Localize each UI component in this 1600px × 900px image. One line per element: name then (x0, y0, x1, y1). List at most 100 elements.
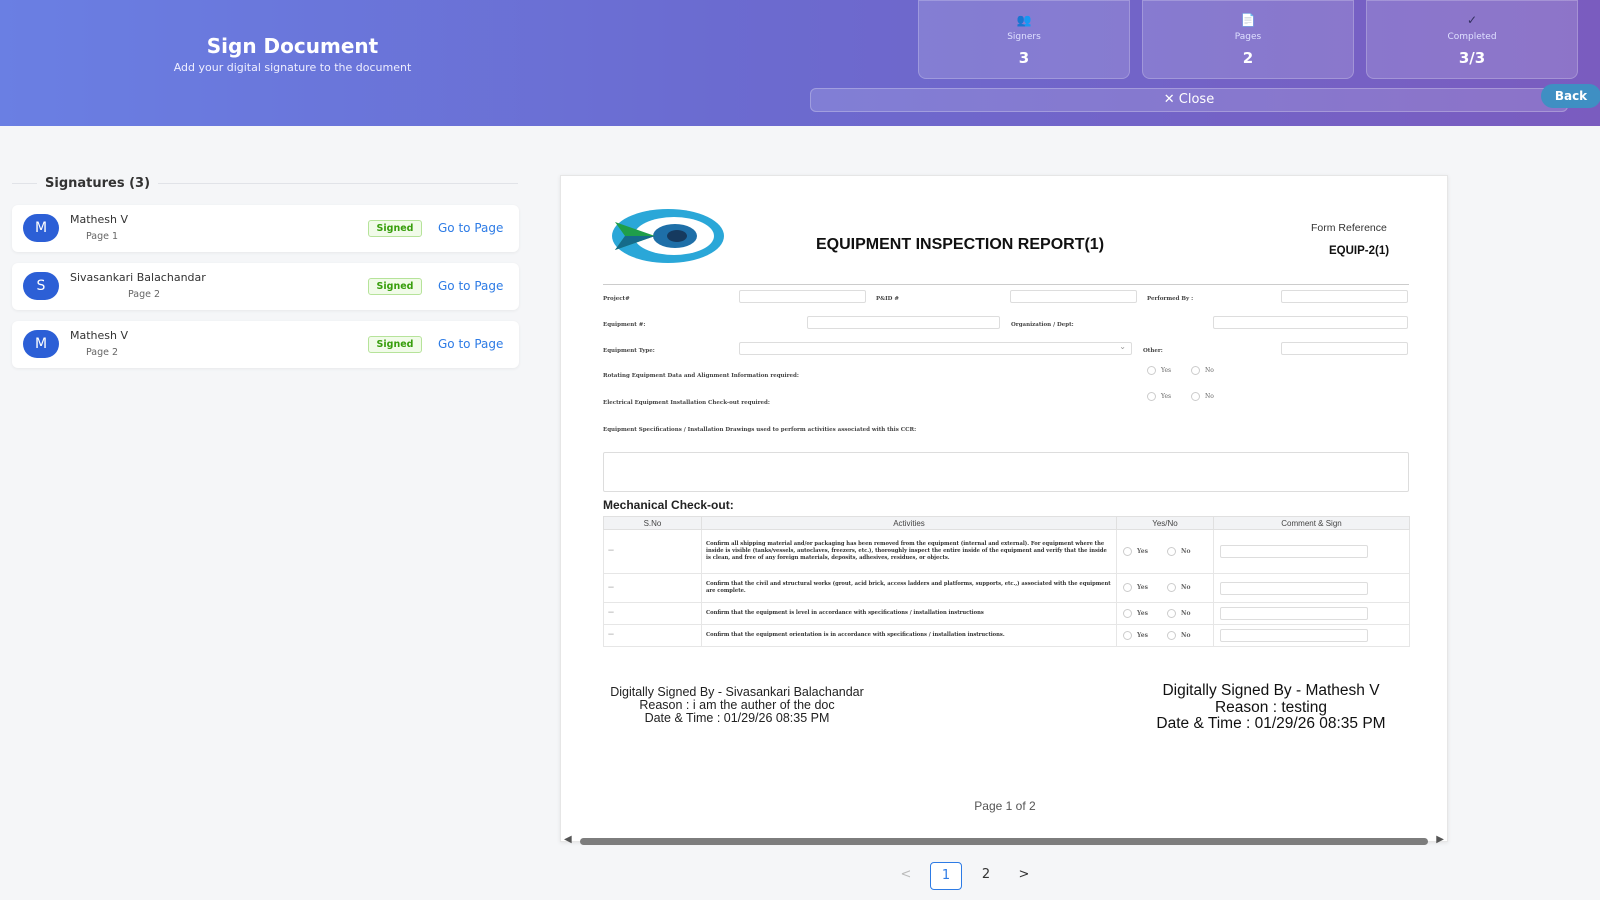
signer-page: Page 1 (86, 231, 119, 242)
comment-input[interactable] (1220, 545, 1368, 558)
status-badge: Signed (368, 220, 422, 237)
activity-text: Confirm that the equipment orientation i… (701, 624, 1117, 647)
form-reference-label: Form Reference (1311, 222, 1387, 234)
page-button-2[interactable]: 2 (975, 862, 997, 890)
field-label-equipment-type: Equipment Type: (603, 348, 655, 354)
no-radio[interactable] (1167, 583, 1176, 592)
yes-radio[interactable] (1123, 630, 1132, 640)
rotating-yes-radio[interactable] (1147, 366, 1156, 375)
comment-cell (1213, 573, 1410, 603)
users-icon: 👥 (1016, 13, 1032, 27)
avatar: M (23, 330, 59, 358)
column-header: S.No (603, 516, 702, 530)
field-label-electrical: Electrical Equipment Installation Check-… (603, 400, 770, 406)
scroll-left-icon[interactable]: ◀ (564, 834, 572, 845)
comment-cell (1213, 624, 1410, 647)
avatar: M (23, 214, 59, 242)
radio-label: Yes (1137, 547, 1148, 555)
yes-radio[interactable] (1123, 608, 1132, 618)
comment-cell (1213, 602, 1410, 625)
no-radio[interactable] (1167, 630, 1176, 640)
header: Sign Document Add your digital signature… (0, 0, 1600, 126)
project-input[interactable] (739, 290, 866, 303)
stat-value: 3 (1018, 49, 1030, 67)
signature-card: M Mathesh V Page 2 Signed Go to Page (12, 321, 519, 368)
page-title: Sign Document (206, 34, 379, 58)
radio-label: No (1205, 393, 1214, 400)
no-radio[interactable] (1167, 608, 1176, 618)
scroll-right-icon[interactable]: ▶ (1436, 834, 1444, 845)
yes-no-cell: Yes No (1116, 529, 1214, 574)
next-page-button[interactable]: > (1014, 862, 1034, 890)
radio-label: Yes (1137, 584, 1148, 591)
signature-reason: Reason : testing (1214, 698, 1327, 716)
yes-radio[interactable] (1123, 583, 1132, 592)
comment-input[interactable] (1220, 607, 1368, 620)
stat-completed: ✓ Completed 3/3 (1366, 0, 1578, 79)
report-title: EQUIPMENT INSPECTION REPORT(1) (816, 236, 1105, 253)
equipment-input[interactable] (807, 316, 1000, 329)
rotating-no-radio[interactable] (1191, 366, 1200, 375)
radio-label: Yes (1137, 609, 1148, 617)
table-row: — Confirm all shipping material and/or p… (603, 529, 1410, 574)
comment-input[interactable] (1220, 581, 1368, 595)
field-label-organization: Organization / Dept: (1011, 322, 1074, 328)
comment-cell (1213, 529, 1410, 574)
no-radio[interactable] (1167, 546, 1176, 556)
close-button[interactable]: ✕ Close (810, 88, 1568, 112)
equipment-type-select[interactable]: ⌄ (739, 342, 1132, 355)
page-icon: 📄 (1240, 13, 1256, 27)
checkout-table: S.No Activities Yes/No Comment & Sign — … (603, 516, 1410, 647)
form-reference-value: EQUIP-2(1) (1329, 245, 1390, 257)
go-to-page-link[interactable]: Go to Page (438, 279, 503, 293)
row-number: — (603, 573, 702, 603)
column-header: Yes/No (1116, 516, 1214, 530)
yes-no-cell: Yes No (1116, 602, 1214, 625)
stat-label: Signers (1007, 32, 1041, 42)
field-label-equipment: Equipment #: (603, 322, 646, 328)
chevron-down-icon: ⌄ (1119, 342, 1126, 351)
radio-label: No (1181, 631, 1191, 639)
company-logo (612, 209, 724, 263)
other-input[interactable] (1281, 342, 1408, 355)
horizontal-scrollbar[interactable]: ◀ ▶ (560, 834, 1448, 848)
scrollbar-thumb[interactable] (580, 838, 1428, 845)
divider (603, 284, 1409, 285)
signer-page: Page 2 (128, 289, 161, 300)
go-to-page-link[interactable]: Go to Page (438, 337, 503, 351)
radio-label: No (1181, 584, 1191, 591)
signature-card: M Mathesh V Page 1 Signed Go to Page (12, 205, 519, 252)
electrical-no-radio[interactable] (1191, 392, 1200, 401)
page-button-1[interactable]: 1 (930, 862, 962, 890)
organization-input[interactable] (1213, 316, 1408, 329)
go-to-page-link[interactable]: Go to Page (438, 221, 503, 235)
signer-name: Mathesh V (70, 329, 129, 342)
column-header: Activities (701, 516, 1117, 530)
mechanical-heading: Mechanical Check-out: (603, 498, 734, 512)
table-row: — Confirm that the equipment orientation… (603, 624, 1410, 647)
radio-label: Yes (1137, 631, 1148, 639)
signature-stamp-left: Digitally Signed By - Sivasankari Balach… (587, 686, 887, 725)
comment-input[interactable] (1220, 629, 1368, 642)
electrical-yes-radio[interactable] (1147, 392, 1156, 401)
field-label-rotating: Rotating Equipment Data and Alignment In… (603, 373, 799, 379)
check-icon: ✓ (1466, 13, 1478, 27)
prev-page-button[interactable]: < (896, 862, 916, 890)
yes-radio[interactable] (1123, 546, 1132, 556)
page-cutoff (561, 656, 1447, 676)
document-viewer: EQUIPMENT INSPECTION REPORT(1) Form Refe… (560, 175, 1448, 842)
specs-textarea[interactable] (603, 452, 1409, 492)
row-number: — (603, 529, 702, 574)
radio-label: No (1205, 367, 1214, 374)
pid-input[interactable] (1010, 290, 1137, 303)
divider (158, 183, 518, 184)
signatures-heading: Signatures (3) (45, 176, 151, 191)
radio-label: No (1181, 609, 1191, 617)
signature-datetime: Date & Time : 01/29/26 08:35 PM (1156, 715, 1386, 732)
stat-label: Completed (1447, 32, 1497, 42)
signer-name: Sivasankari Balachandar (70, 271, 206, 284)
yes-no-cell: Yes No (1116, 573, 1214, 603)
back-button[interactable]: Back (1541, 84, 1600, 108)
field-label-specs: Equipment Specifications / Installation … (603, 427, 917, 433)
performed-by-input[interactable] (1281, 290, 1408, 303)
